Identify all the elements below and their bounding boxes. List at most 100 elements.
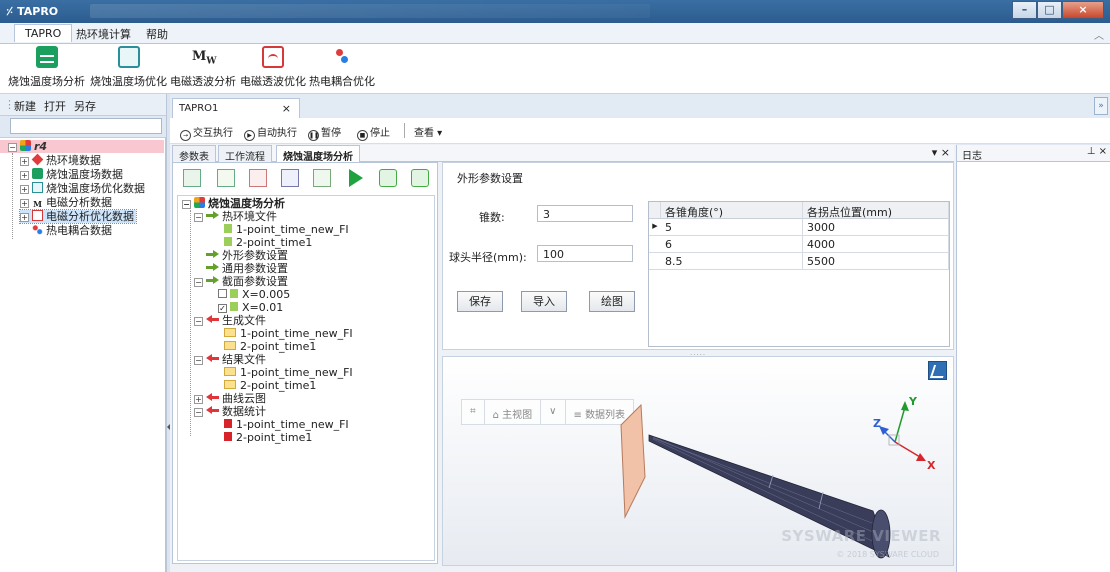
input-arrow-icon (206, 211, 219, 220)
ribbon-thermo-em-optimize[interactable]: 热电耦合优化 (309, 46, 375, 89)
expand-icon[interactable]: + (20, 171, 29, 180)
tab-tapro01[interactable]: TAPRO1 × (172, 98, 300, 118)
node-contour[interactable]: + 曲线云图 (194, 392, 266, 405)
tab-close-icon[interactable]: × (282, 102, 291, 115)
collapse-icon[interactable]: − (182, 200, 191, 209)
collapse-icon[interactable]: − (194, 278, 203, 287)
cone-parameter-grid: 各锥角度(°) 各拐点位置(mm) ▶ 5 3000 6 4000 8.5 55… (648, 201, 950, 347)
open-button[interactable]: 打开 (44, 98, 66, 114)
close-button[interactable]: × (1062, 1, 1104, 19)
grid-cell-angle[interactable]: 6 (661, 236, 803, 253)
form-viewer-splitter[interactable]: ····· (442, 351, 954, 359)
tab-parameter-table[interactable]: 参数表 (172, 145, 216, 163)
menu-thermal-calc[interactable]: 热环境计算 (76, 26, 131, 42)
grid-cell-position[interactable]: 5500 (803, 253, 949, 270)
expand-icon[interactable]: + (20, 157, 29, 166)
gen-file-1[interactable]: 1-point_time_new_FI (224, 327, 353, 340)
file-thermal-2[interactable]: 2-point_time1 (224, 236, 312, 249)
tree-item-ablation-opt-data[interactable]: + 烧蚀温度场优化数据 (20, 182, 145, 195)
tab-workflow[interactable]: 工作流程 (218, 145, 272, 163)
title-blur (90, 4, 650, 18)
collapse-icon[interactable]: − (194, 356, 203, 365)
plot-button[interactable]: 绘图 (589, 291, 635, 312)
menu-help[interactable]: 帮助 (146, 26, 168, 42)
run-icon[interactable] (349, 169, 363, 187)
result-file-2[interactable]: 2-point_time1 (224, 379, 316, 392)
ribbon-em-analysis[interactable]: MW 电磁透波分析 (170, 46, 236, 89)
ribbon-ablation-analysis[interactable]: 烧蚀温度场分析 (8, 46, 85, 89)
stats-file-2[interactable]: 2-point_time1 (224, 431, 312, 444)
add-file-icon[interactable] (217, 169, 235, 187)
grid-header-angle[interactable]: 各锥角度(°) (661, 202, 803, 219)
tree-root[interactable]: − r4 (0, 140, 164, 153)
stats-file-1[interactable]: 1-point_time_new_FI (224, 418, 349, 431)
grid-cell-angle[interactable]: 5 (661, 219, 803, 236)
grid-cell-position[interactable]: 4000 (803, 236, 949, 253)
tree-item-em-data[interactable]: + M 电磁分析数据 (20, 196, 112, 209)
x-axis-arrow (916, 453, 926, 461)
save-button[interactable]: 保存 (457, 291, 503, 312)
result-file-1[interactable]: 1-point_time_new_FI (224, 366, 353, 379)
new-button[interactable]: 新建 (14, 98, 36, 114)
input-arrow-icon (206, 263, 219, 272)
cone-mesh-line (652, 437, 878, 526)
stop-button[interactable]: ■ 停止 (357, 124, 390, 141)
grid-cell-angle[interactable]: 8.5 (661, 253, 803, 270)
collapse-icon[interactable]: − (194, 408, 203, 417)
tree-item-thermal-data[interactable]: + 热环境数据 (20, 153, 101, 167)
minimize-button[interactable]: – (1012, 1, 1037, 19)
cone-count-input[interactable]: 3 (537, 205, 633, 222)
tree-item-ablation-data[interactable]: + 烧蚀温度场数据 (20, 168, 123, 181)
node-section-settings[interactable]: − 截面参数设置 (194, 275, 288, 288)
interactive-run-button[interactable]: → 交互执行 (180, 124, 233, 141)
list-icon[interactable] (313, 169, 331, 187)
3d-viewer[interactable]: ⌗ ⌂ 主视图 ∨ ≡ 数据列表 Y X Z SYSWARE VIEWER © … (442, 356, 954, 566)
pause-button[interactable]: ❚❚ 暂停 (308, 124, 341, 141)
expand-icon[interactable]: + (20, 185, 29, 194)
pin-close-icon[interactable]: ⊥ × (1087, 146, 1107, 157)
tree-item-coupled-data[interactable]: 热电耦合数据 (32, 224, 112, 237)
analysis-root[interactable]: − 烧蚀温度场分析 (182, 197, 285, 210)
grid-header-position[interactable]: 各拐点位置(mm) (803, 202, 949, 219)
expand-icon[interactable]: + (20, 199, 29, 208)
grid-cell-position[interactable]: 3000 (803, 219, 949, 236)
node-data-stats[interactable]: − 数据统计 (194, 405, 266, 418)
expand-icon[interactable]: + (194, 395, 203, 404)
left-search-input[interactable] (10, 118, 162, 134)
menu-tapro[interactable]: TAPRO (14, 24, 73, 42)
input-arrow-icon (206, 276, 219, 285)
gen-file-2[interactable]: 2-point_time1 (224, 340, 316, 353)
expand-icon[interactable]: + (20, 213, 29, 222)
tab-ablation-analysis[interactable]: 烧蚀温度场分析 (276, 145, 360, 163)
tree-item-em-opt-data[interactable]: + 电磁分析优化数据 (19, 209, 137, 224)
node-result-files[interactable]: − 结果文件 (194, 353, 266, 366)
eraser-icon[interactable] (249, 169, 267, 187)
copy-icon[interactable] (183, 169, 201, 187)
move-up-icon[interactable] (379, 169, 397, 187)
ribbon-ablation-optimize[interactable]: 烧蚀温度场优化 (90, 46, 167, 89)
view-menu-button[interactable]: 查看 ▾ (414, 124, 442, 139)
collapse-icon[interactable]: − (8, 143, 17, 152)
node-general-settings[interactable]: 通用参数设置 (206, 262, 288, 275)
file-thermal-1[interactable]: 1-point_time_new_FI (224, 223, 349, 236)
section-checkbox[interactable] (218, 289, 227, 298)
node-generated-files[interactable]: − 生成文件 (194, 314, 266, 327)
maximize-button[interactable]: □ (1037, 1, 1062, 19)
panel-menu-close-icon[interactable]: ▾ × (932, 146, 950, 159)
import-button[interactable]: 导入 (521, 291, 567, 312)
auto-run-button[interactable]: ▶ 自动执行 (244, 124, 297, 141)
chart-edit-icon[interactable] (281, 169, 299, 187)
move-down-icon[interactable] (411, 169, 429, 187)
section-x-0005[interactable]: X=0.005 (218, 288, 290, 301)
node-shape-settings[interactable]: 外形参数设置 (206, 249, 288, 262)
nose-radius-input[interactable]: 100 (537, 245, 633, 262)
section-checkbox-checked[interactable]: ✓ (218, 304, 227, 313)
save-as-button[interactable]: 另存 (74, 98, 96, 114)
collapse-icon[interactable]: − (194, 213, 203, 222)
ribbon-collapse-icon[interactable]: ︿ (1094, 27, 1104, 42)
tabs-overflow-icon[interactable]: » (1094, 97, 1108, 115)
ribbon-em-optimize[interactable]: 电磁透波优化 (240, 46, 306, 89)
section-x-001[interactable]: ✓ X=0.01 (218, 301, 283, 314)
node-thermal-files[interactable]: − 热环境文件 (194, 210, 277, 223)
collapse-icon[interactable]: − (194, 317, 203, 326)
